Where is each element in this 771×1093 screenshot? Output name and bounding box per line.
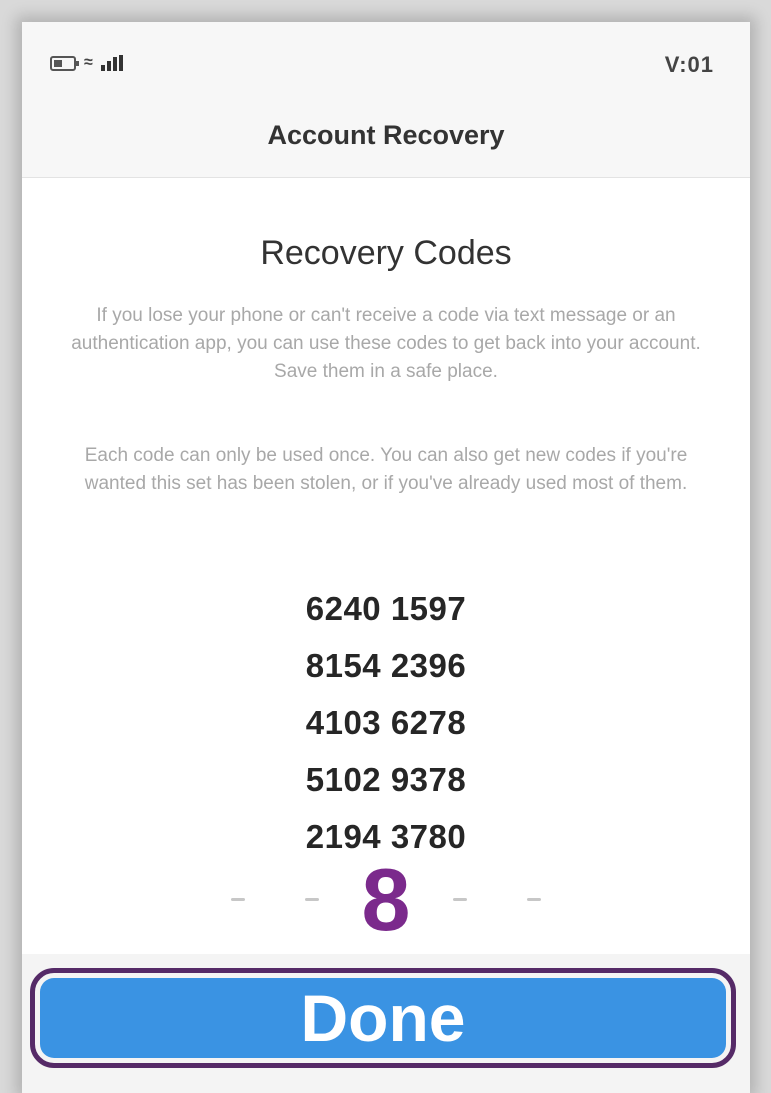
step-number-annotation: 8 xyxy=(361,850,411,949)
recovery-code: 6240 1597 xyxy=(305,590,467,627)
recovery-code: 8154 2396 xyxy=(305,647,467,684)
battery-icon xyxy=(50,55,79,71)
recovery-code: 4103 6278 xyxy=(305,704,467,741)
done-button[interactable]: Done xyxy=(40,978,726,1058)
status-time: V:01 xyxy=(664,52,714,77)
status-icons: ≈ xyxy=(50,54,123,72)
phone-screen: ≈ V:01 Account Recovery Recovery Codes I… xyxy=(22,22,750,1093)
instructions-paragraph: If you lose your phone or can't receive … xyxy=(71,305,701,382)
page-title: Account Recovery xyxy=(267,120,505,150)
recovery-code: 5102 9378 xyxy=(305,761,467,798)
usage-paragraph: Each code can only be used once. You can… xyxy=(84,445,688,494)
recovery-codes-heading: Recovery Codes xyxy=(260,234,512,272)
top-bar: ≈ V:01 Account Recovery xyxy=(22,22,750,178)
signal-icon xyxy=(100,55,123,71)
wifi-icon: ≈ xyxy=(84,54,93,71)
codes-list: 6240 1597 8154 2396 4103 6278 5102 9378 … xyxy=(22,580,750,865)
